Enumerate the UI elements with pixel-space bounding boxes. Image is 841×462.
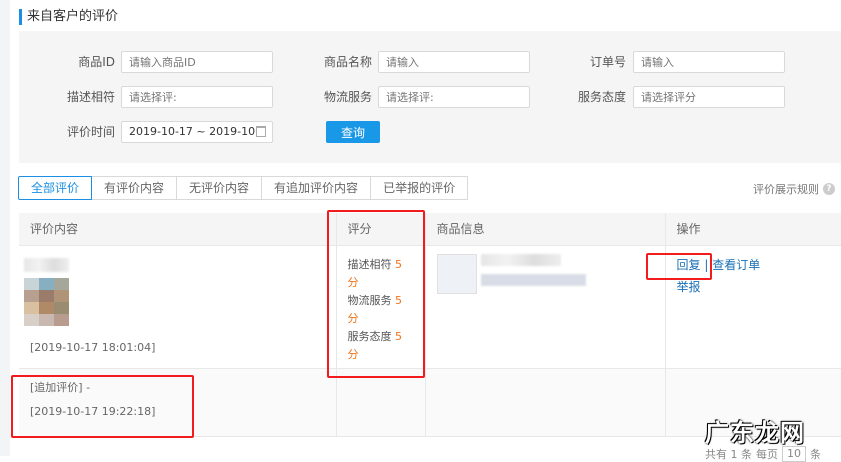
filter-panel: 商品ID 商品名称 订单号 描述相符 物流服务 服务态度 评价时间 2019-1… bbox=[19, 31, 841, 163]
view-order-link[interactable]: 查看订单 bbox=[712, 258, 760, 272]
product-name-label: 商品名称 bbox=[323, 55, 372, 69]
left-gutter bbox=[0, 0, 10, 456]
score-logistics: 物流服务 5分 bbox=[347, 293, 403, 325]
logistics-label: 物流服务 bbox=[323, 90, 372, 104]
tab-reported[interactable]: 已举报的评价 bbox=[370, 176, 469, 200]
help-icon[interactable]: ? bbox=[823, 183, 835, 195]
reviews-table: 评价内容 评分 商品信息 操作 [2019-10-17 18:01:04] 描述… bbox=[19, 213, 841, 437]
pagination: 共有 1 条 每页 10 条 bbox=[705, 446, 821, 462]
product-desc-blurred bbox=[480, 273, 586, 286]
review-image[interactable] bbox=[24, 277, 336, 326]
search-button[interactable]: 查询 bbox=[326, 121, 380, 143]
logistics-select[interactable] bbox=[378, 86, 530, 108]
product-thumbnail[interactable] bbox=[436, 253, 477, 294]
date-range-picker[interactable]: 2019-10-17 ~ 2019-10 bbox=[121, 121, 273, 143]
tab-without-content[interactable]: 无评价内容 bbox=[176, 176, 263, 200]
per-page-label: 每页 bbox=[756, 448, 778, 461]
review-date: [2019-10-17 18:01:04] bbox=[30, 340, 156, 354]
page-size-select[interactable]: 10 bbox=[782, 446, 806, 462]
table-header: 评价内容 评分 商品信息 操作 bbox=[19, 213, 841, 246]
service-label: 服务态度 bbox=[577, 90, 626, 104]
watermark: 广东龙网 bbox=[705, 419, 805, 447]
table-row: [2019-10-17 18:01:04] 描述相符 5分 物流服务 5分 服务… bbox=[19, 245, 841, 369]
calendar-icon[interactable] bbox=[256, 126, 266, 137]
total-count: 共有 1 条 bbox=[705, 448, 752, 461]
per-page-unit: 条 bbox=[810, 448, 821, 461]
order-no-label: 订单号 bbox=[589, 55, 626, 69]
header-product: 商品信息 bbox=[424, 213, 665, 246]
review-tabs: 全部评价 有评价内容 无评价内容 有追加评价内容 已举报的评价 bbox=[18, 176, 469, 200]
header-score: 评分 bbox=[335, 213, 425, 246]
tab-followup[interactable]: 有追加评价内容 bbox=[261, 176, 372, 200]
service-select[interactable] bbox=[633, 86, 785, 108]
score-desc: 描述相符 5分 bbox=[347, 257, 403, 289]
tab-with-content[interactable]: 有评价内容 bbox=[91, 176, 178, 200]
product-name-input[interactable] bbox=[378, 51, 530, 73]
desc-match-label: 描述相符 bbox=[66, 90, 115, 104]
followup-label: [追加评价] - bbox=[30, 380, 91, 394]
date-range-value: 2019-10-17 ~ 2019-10 bbox=[129, 125, 256, 138]
reviewer-name-blurred bbox=[24, 257, 69, 272]
followup-date: [2019-10-17 19:22:18] bbox=[30, 404, 156, 418]
score-service: 服务态度 5分 bbox=[347, 329, 403, 361]
display-rules-label: 评价展示规则 bbox=[753, 183, 819, 196]
date-label: 评价时间 bbox=[66, 125, 115, 139]
report-link[interactable]: 举报 bbox=[677, 280, 701, 294]
desc-match-select[interactable] bbox=[121, 86, 273, 108]
header-content: 评价内容 bbox=[19, 213, 336, 246]
page-title: 来自客户的评价 bbox=[19, 9, 118, 25]
display-rules-link[interactable]: 评价展示规则 ? bbox=[753, 181, 835, 197]
tab-all[interactable]: 全部评价 bbox=[18, 176, 93, 200]
order-no-input[interactable] bbox=[633, 51, 785, 73]
product-id-label: 商品ID bbox=[78, 55, 115, 69]
action-separator: | bbox=[704, 257, 709, 272]
header-actions: 操作 bbox=[664, 213, 841, 246]
product-id-input[interactable] bbox=[121, 51, 273, 73]
product-title-blurred bbox=[480, 253, 561, 266]
reply-link[interactable]: 回复 bbox=[677, 258, 701, 272]
